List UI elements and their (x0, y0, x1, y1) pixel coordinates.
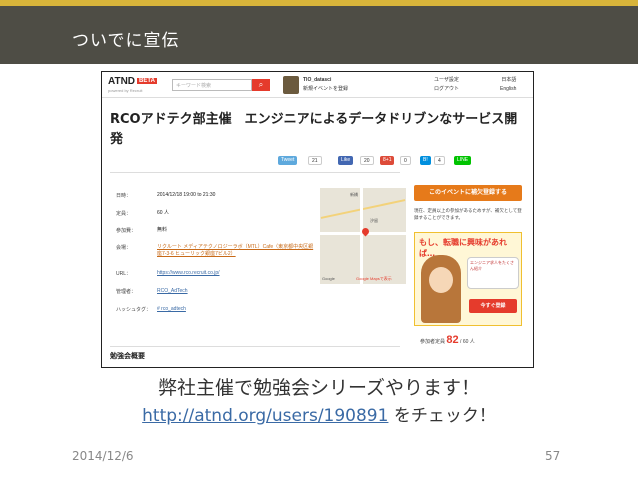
ad-cta-button[interactable]: 今すぐ登録 (469, 299, 517, 313)
powered-by: powered by Recruit (108, 88, 143, 93)
date-value: 2014/12/18 19:00 to 21:30 (157, 192, 216, 198)
count-label: 参加者定員 (420, 339, 446, 345)
settings-link[interactable]: ユーザ設定 (434, 76, 459, 85)
gplus-count: 0 (400, 156, 411, 165)
event-title: RCOアドテク部主催 エンジニアによるデータドリブンなサービス開発 (110, 112, 518, 147)
fee-value: 無料 (157, 227, 168, 233)
fee-label: 参加費： (116, 228, 137, 234)
slide: ついでに宣伝 ATND BETA powered by Recruit キーワード… (0, 0, 638, 479)
waitlist-note: 現在、定員以上の参加があるためすが、補欠として登録することができます。 (414, 208, 522, 220)
participant-count: 参加者定員 82 / 60 人 (420, 334, 475, 346)
url-label: URL： (116, 271, 132, 277)
atnd-logo[interactable]: ATND BETA (108, 76, 157, 87)
atnd-screenshot: ATND BETA powered by Recruit キーワード検索 ⌕ TI… (101, 71, 534, 368)
recruit-ad-banner[interactable]: もし、転職に興味があれば… エンジニア求人をたくさん紹介 今すぐ登録 (414, 232, 522, 326)
logo-text: ATND (108, 76, 136, 87)
ad-bubble: エンジニア求人をたくさん紹介 (467, 257, 519, 289)
map-label: 新橋 (350, 192, 358, 197)
venue-link[interactable]: リクルート メディアテクノロジーラボ（MTL）Cafe（東京都中央区銀座7-3-… (157, 244, 317, 258)
url-link[interactable]: https://www.rco.recruit.co.jp/ (157, 270, 317, 277)
search-icon: ⌕ (258, 80, 264, 89)
user-menu: ユーザ設定 ログアウト (434, 76, 459, 94)
hashtag-link[interactable]: # rco_adtech (157, 306, 317, 313)
venue-map[interactable]: 新橋 汐留 Google Google Mapsで表示 (320, 188, 406, 284)
language-switch: 日本語 English (500, 76, 516, 94)
caption-line1: 弊社主催で勉強会シリーズやります！ (157, 377, 481, 399)
caption-line2: http://atnd.org/users/190891 をチェック！ (0, 401, 638, 426)
logout-link[interactable]: ログアウト (434, 85, 459, 94)
admin-label: 管理者： (116, 289, 137, 295)
gplus-button[interactable]: 8+1 (380, 156, 395, 165)
count-value: 82 (446, 334, 459, 346)
section-heading: 勉強会概要 (110, 346, 400, 361)
slide-date: 2014/12/6 (72, 449, 134, 463)
caption-suffix: をチェック！ (388, 406, 496, 426)
avatar[interactable] (283, 76, 299, 94)
slide-title: ついでに宣伝 (72, 31, 180, 51)
capacity-label: 定員： (116, 211, 132, 217)
user-name[interactable]: TIO_datasci (303, 76, 348, 85)
hashtag-label: ハッシュタグ： (116, 307, 152, 313)
lang-ja[interactable]: 日本語 (500, 76, 516, 85)
map-road (320, 199, 406, 219)
search-button[interactable]: ⌕ (252, 79, 270, 91)
like-count: 20 (360, 156, 374, 165)
search-input[interactable]: キーワード検索 (172, 79, 252, 91)
tweet-count: 21 (308, 156, 322, 165)
beta-badge: BETA (137, 78, 157, 85)
like-button[interactable]: Like (338, 156, 354, 165)
date-label: 日時： (116, 193, 132, 199)
map-open-link[interactable]: Google Mapsで表示 (356, 276, 392, 282)
count-cap: / 60 人 (460, 339, 475, 345)
page-number: 57 (545, 449, 561, 463)
tweet-button[interactable]: Tweet (278, 156, 298, 165)
new-event-link[interactable]: 新規イベントを登録 (303, 85, 348, 94)
lang-en[interactable]: English (500, 85, 516, 94)
divider (110, 172, 400, 173)
caption-link[interactable]: http://atnd.org/users/190891 (142, 406, 388, 426)
hatena-button[interactable]: B! (420, 156, 431, 165)
atnd-top-bar: ATND BETA powered by Recruit キーワード検索 ⌕ TI… (102, 72, 533, 98)
line-button[interactable]: LINEで送る (454, 156, 472, 181)
slide-header: ついでに宣伝 (0, 6, 638, 64)
ad-illustration-face (429, 267, 453, 293)
user-info: TIO_datasci 新規イベントを登録 (303, 76, 348, 94)
admin-link[interactable]: RCO_AdTech (157, 288, 317, 295)
hatena-count: 4 (434, 156, 445, 165)
venue-label: 会場： (116, 245, 132, 251)
map-label: 汐留 (370, 218, 378, 223)
capacity-value: 60 人 (157, 210, 169, 216)
map-road (360, 188, 363, 284)
map-label: Google (322, 276, 335, 281)
register-button[interactable]: このイベントに補欠登録する (414, 185, 522, 201)
